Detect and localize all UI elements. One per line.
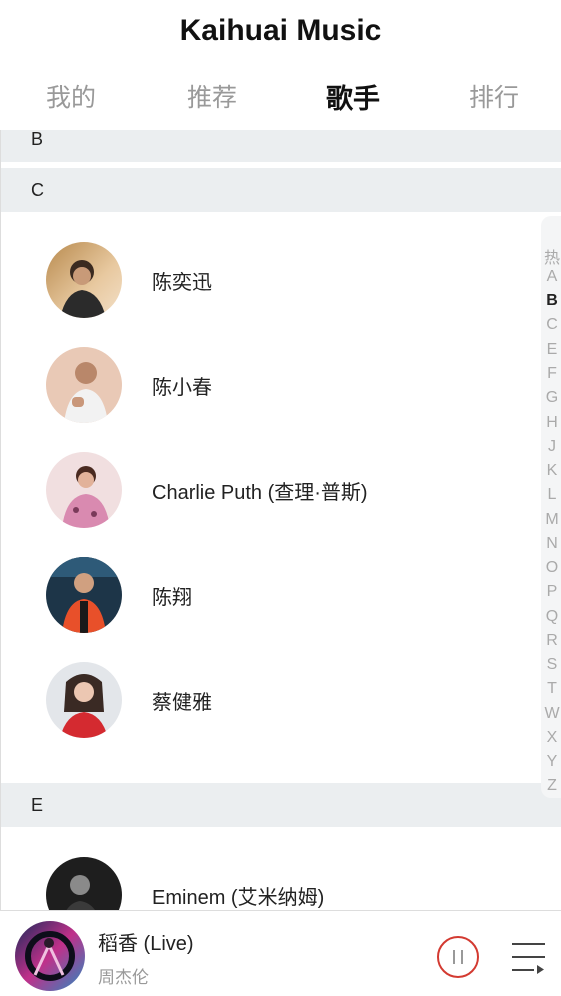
section-letter: E [31,795,44,815]
artist-item[interactable]: Eminem (艾米纳姆) [1,845,541,910]
tab-ranking[interactable]: 排行 [444,78,544,114]
section-letter: C [31,180,44,200]
index-letter-r[interactable]: R [541,632,561,650]
artist-name: Eminem (艾米纳姆) [152,887,325,909]
artist-avatar [46,347,122,423]
artist-avatar [46,857,122,910]
tab-singers[interactable]: 歌手 [303,77,403,116]
alphabet-index[interactable]: 热 A B C E F G H J K L M N O P Q R S T W … [541,216,561,798]
song-title: 稻香 (Live) [98,933,194,955]
section-header-b: B [1,130,561,162]
singer-list[interactable]: B C 陈奕迅 陈小春 Charlie Puth (查理·普斯) 陈翔 蔡健雅 [0,130,561,910]
index-letter-a[interactable]: A [541,268,561,286]
artist-item[interactable]: 陈翔 [1,545,541,649]
index-letter-n[interactable]: N [541,535,561,553]
index-letter-f[interactable]: F [541,365,561,383]
section-letter: B [31,130,44,149]
index-letter-c[interactable]: C [541,316,561,334]
index-letter-z[interactable]: Z [541,777,561,795]
artist-name: 陈翔 [152,587,192,609]
artist-avatar [46,662,122,738]
pause-icon [453,950,455,964]
index-letter-k[interactable]: K [541,462,561,480]
index-letter-b[interactable]: B [541,292,561,310]
pause-icon [461,950,463,964]
app-title: Kaihuai Music [179,14,382,47]
index-letter-j[interactable]: J [541,438,561,456]
artist-avatar [46,242,122,318]
index-letter-l[interactable]: L [541,486,561,504]
index-letter-e[interactable]: E [541,341,561,359]
tab-bar: 我的 推荐 歌手 排行 [0,78,561,118]
index-letter-h[interactable]: H [541,414,561,432]
section-header-e: E [1,783,561,827]
playlist-icon[interactable] [508,939,548,975]
artist-name: Charlie Puth (查理·普斯) [152,482,368,504]
index-letter-x[interactable]: X [541,729,561,747]
index-letter-p[interactable]: P [541,583,561,601]
index-letter-w[interactable]: W [541,705,561,723]
artist-name: 陈奕迅 [152,272,212,294]
index-letter-y[interactable]: Y [541,753,561,771]
index-letter-hot[interactable]: 热 [541,244,561,268]
tab-recommend[interactable]: 推荐 [162,78,262,114]
index-letter-s[interactable]: S [541,656,561,674]
index-letter-q[interactable]: Q [541,608,561,626]
index-letter-g[interactable]: G [541,389,561,407]
artist-avatar [46,557,122,633]
mini-player[interactable]: 稻香 (Live) 周杰伦 [0,910,561,996]
app-header: Kaihuai Music 我的 推荐 歌手 排行 [0,0,561,130]
artist-item[interactable]: 陈小春 [1,335,541,439]
index-letter-m[interactable]: M [541,511,561,529]
pause-button[interactable] [437,936,479,978]
album-art[interactable] [15,921,85,991]
index-letter-t[interactable]: T [541,680,561,698]
artist-name: 蔡健雅 [152,692,212,714]
tab-mine[interactable]: 我的 [21,78,121,114]
index-letter-o[interactable]: O [541,559,561,577]
artist-item[interactable]: 陈奕迅 [1,230,541,334]
artist-name: 陈小春 [152,377,212,399]
artist-item[interactable]: 蔡健雅 [1,650,541,754]
artist-avatar [46,452,122,528]
artist-item[interactable]: Charlie Puth (查理·普斯) [1,440,541,544]
section-header-c: C [1,168,561,212]
song-artist: 周杰伦 [98,968,149,987]
